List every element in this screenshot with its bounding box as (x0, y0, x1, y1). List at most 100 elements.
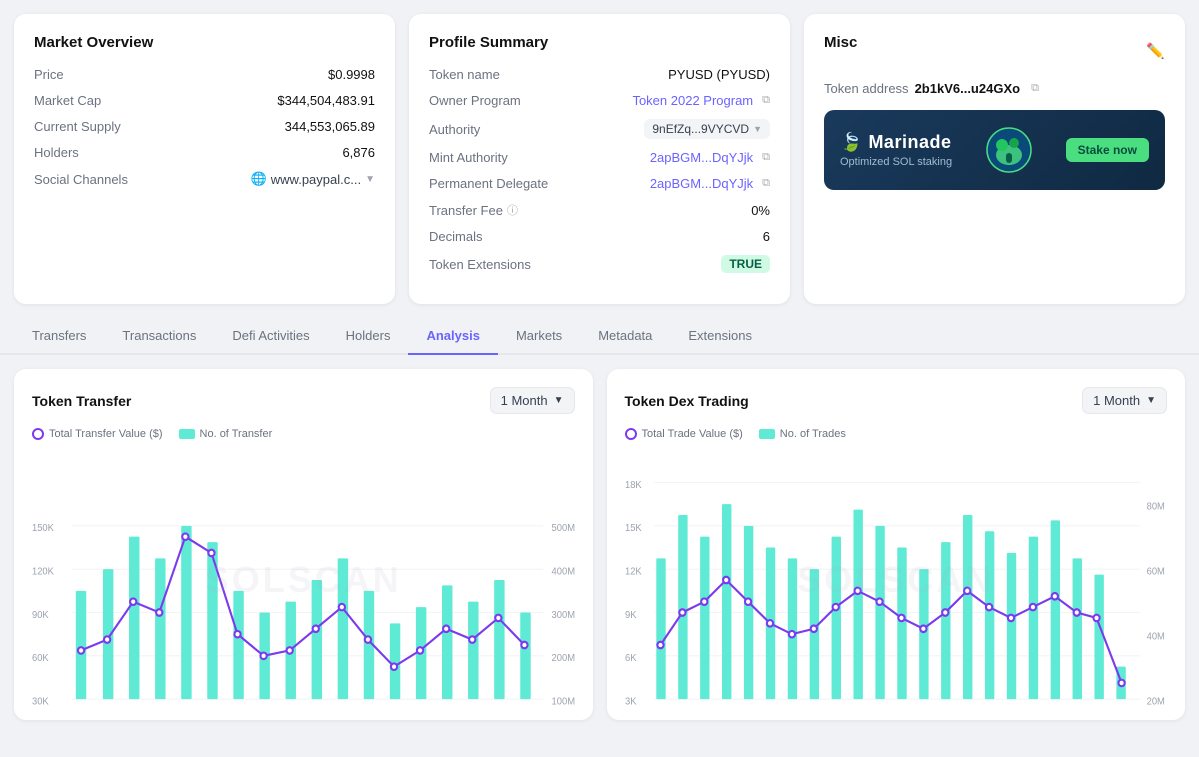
permanent-delegate-row: Permanent Delegate 2apBGM...DqYJjk ⧉ (429, 176, 770, 191)
legend-transfer-value-label: Total Transfer Value ($) (49, 428, 163, 440)
token-name-label: Token name (429, 67, 500, 82)
market-cap-label: Market Cap (34, 93, 101, 108)
token-address-copy-icon[interactable]: ⧉ (1031, 82, 1039, 95)
misc-header: Misc ✏️ (824, 34, 1165, 67)
current-supply-row: Current Supply 344,553,065.89 (34, 119, 375, 134)
legend-item-transfer-value: Total Transfer Value ($) (32, 428, 163, 440)
legend-item-transfer-count: No. of Transfer (179, 428, 273, 440)
svg-text:06/09: 06/09 (652, 709, 675, 710)
mint-authority-value[interactable]: 2apBGM...DqYJjk (650, 150, 753, 165)
holders-value: 6,876 (342, 145, 375, 160)
marinade-sub: Optimized SOL staking (840, 156, 952, 168)
social-channels-select[interactable]: 🌐 www.paypal.c... ▼ (251, 171, 375, 187)
token-dex-title: Token Dex Trading (625, 393, 749, 409)
marinade-cta-button[interactable]: Stake now (1066, 138, 1149, 162)
token-dex-period-label: 1 Month (1093, 393, 1140, 408)
token-extensions-label: Token Extensions (429, 257, 531, 272)
transfer-fee-value: 0% (751, 203, 770, 218)
marinade-left: 🍃 Marinade Optimized SOL staking (840, 132, 952, 168)
market-cap-value: $344,504,483.91 (277, 93, 375, 108)
token-name-value: PYUSD (PYUSD) (668, 67, 770, 82)
token-address-label: Token address (824, 81, 909, 96)
svg-text:15/09: 15/09 (176, 709, 199, 710)
chevron-down-icon: ▼ (365, 174, 375, 185)
svg-text:24/09: 24/09 (332, 709, 355, 710)
token-dex-chevron-icon: ▼ (1146, 395, 1156, 406)
svg-text:3K: 3K (625, 696, 637, 707)
svg-text:06/10: 06/10 (1094, 709, 1117, 710)
legend-item-trades-count: No. of Trades (759, 428, 846, 440)
token-extensions-row: Token Extensions TRUE (429, 255, 770, 273)
token-address-row: Token address 2b1kV6...u24GXo ⧉ (824, 81, 1165, 96)
legend-item-trade-value: Total Trade Value ($) (625, 428, 743, 440)
authority-label: Authority (429, 122, 480, 137)
info-icon: ⓘ (507, 202, 518, 218)
tab-transfers[interactable]: Transfers (14, 318, 104, 355)
globe-icon: 🌐 (251, 171, 267, 187)
svg-text:300M: 300M (552, 610, 575, 621)
svg-text:27/09: 27/09 (885, 709, 908, 710)
tab-transactions[interactable]: Transactions (104, 318, 214, 355)
current-supply-label: Current Supply (34, 119, 121, 134)
token-address-value: 2b1kV6...u24GXo (915, 81, 1021, 96)
mint-authority-copy-icon[interactable]: ⧉ (762, 151, 770, 164)
svg-text:30/09: 30/09 (437, 709, 460, 710)
svg-text:40M: 40M (1146, 631, 1164, 642)
tab-analysis[interactable]: Analysis (408, 318, 497, 355)
svg-text:03/10: 03/10 (505, 709, 528, 710)
token-dex-month-selector[interactable]: 1 Month ▼ (1082, 387, 1167, 414)
market-cap-row: Market Cap $344,504,483.91 (34, 93, 375, 108)
svg-text:200M: 200M (552, 653, 575, 664)
misc-title: Misc (824, 34, 857, 51)
authority-select[interactable]: 9nEfZq...9VYCVD ▼ (644, 119, 770, 139)
token-dex-chart-card: Token Dex Trading 1 Month ▼ Total Trade … (607, 369, 1186, 720)
marinade-illustration (981, 123, 1036, 178)
legend-rect-icon (179, 429, 195, 439)
decimals-value: 6 (763, 229, 770, 244)
legend-transfer-count-label: No. of Transfer (200, 428, 273, 440)
marinade-banner: 🍃 Marinade Optimized SOL staking Stake n… (824, 110, 1165, 190)
tab-holders[interactable]: Holders (328, 318, 409, 355)
token-dex-legend: Total Trade Value ($) No. of Trades (625, 428, 1168, 440)
price-value: $0.9998 (328, 67, 375, 82)
price-label: Price (34, 67, 64, 82)
tab-markets[interactable]: Markets (498, 318, 580, 355)
token-transfer-month-selector[interactable]: 1 Month ▼ (490, 387, 575, 414)
authority-value: 9nEfZq...9VYCVD (652, 122, 749, 136)
token-transfer-chart-card: Token Transfer 1 Month ▼ Total Transfer … (14, 369, 593, 720)
social-channel-value: www.paypal.c... (271, 172, 361, 187)
svg-text:100M: 100M (552, 696, 575, 707)
svg-text:18/09: 18/09 (228, 709, 251, 710)
owner-program-value[interactable]: Token 2022 Program (632, 93, 753, 108)
svg-text:60M: 60M (1146, 566, 1164, 577)
permanent-delegate-value[interactable]: 2apBGM...DqYJjk (650, 176, 753, 191)
svg-text:15/09: 15/09 (752, 709, 775, 710)
authority-chevron-icon: ▼ (753, 124, 762, 134)
token-transfer-title: Token Transfer (32, 393, 131, 409)
social-channels-row: Social Channels 🌐 www.paypal.c... ▼ (34, 171, 375, 187)
owner-program-label: Owner Program (429, 93, 521, 108)
token-extensions-badge: TRUE (721, 255, 770, 273)
mint-authority-label: Mint Authority (429, 150, 508, 165)
decimals-row: Decimals 6 (429, 229, 770, 244)
edit-icon[interactable]: ✏️ (1146, 42, 1165, 60)
svg-text:12/09: 12/09 (124, 709, 147, 710)
tab-metadata[interactable]: Metadata (580, 318, 670, 355)
legend-trade-value-label: Total Trade Value ($) (642, 428, 743, 440)
price-row: Price $0.9998 (34, 67, 375, 82)
tab-extensions[interactable]: Extensions (670, 318, 770, 355)
token-transfer-legend: Total Transfer Value ($) No. of Transfer (32, 428, 575, 440)
legend-trades-count-label: No. of Trades (780, 428, 846, 440)
tabs-row: Transfers Transactions Defi Activities H… (0, 318, 1199, 355)
svg-text:120K: 120K (32, 566, 55, 577)
holders-label: Holders (34, 145, 79, 160)
holders-row: Holders 6,876 (34, 145, 375, 160)
copy-icon[interactable]: ⧉ (762, 94, 770, 107)
token-dex-chart-area: SOLSCAN 3K 6K 9K 12K 15K 18K 20M 40M 60M… (625, 450, 1168, 710)
svg-text:24/09: 24/09 (852, 709, 875, 710)
permanent-delegate-copy-icon[interactable]: ⧉ (762, 177, 770, 190)
svg-text:12K: 12K (625, 566, 642, 577)
svg-text:09/09: 09/09 (72, 709, 95, 710)
svg-text:60K: 60K (32, 653, 49, 664)
tab-defi-activities[interactable]: Defi Activities (214, 318, 327, 355)
